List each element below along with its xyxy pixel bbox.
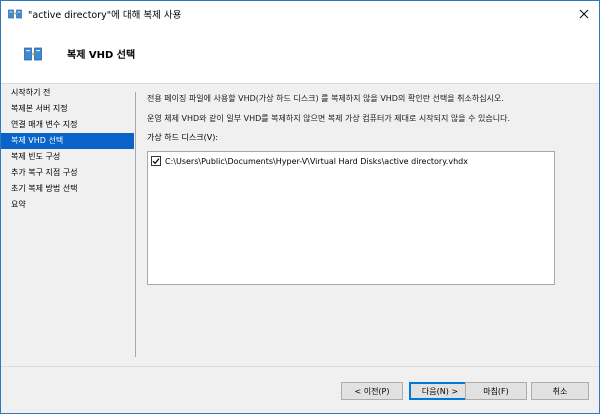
wizard-header: 복제 VHD 선택	[1, 27, 599, 84]
window-title: "active directory"에 대해 복제 사용	[28, 10, 182, 21]
footer-divider	[1, 366, 599, 367]
sidebar-item-summary[interactable]: 요약	[1, 197, 134, 213]
hyperv-replication-icon	[24, 47, 42, 61]
sidebar-item-connection-parameters[interactable]: 연결 매개 변수 지정	[1, 117, 134, 133]
close-icon	[579, 9, 589, 19]
replication-wizard-window: "active directory"에 대해 복제 사용 복제 VHD 선택 시…	[0, 0, 600, 414]
sidebar-item-replica-server[interactable]: 복제본 서버 지정	[1, 101, 134, 117]
page-title: 복제 VHD 선택	[67, 50, 136, 61]
cancel-button[interactable]: 취소	[531, 382, 589, 400]
hyperv-replication-icon	[8, 9, 22, 19]
previous-button[interactable]: < 이전(P)	[341, 382, 403, 400]
wizard-steps-sidebar: 시작하기 전 복제본 서버 지정 연결 매개 변수 지정 복제 VHD 선택 복…	[1, 85, 134, 365]
sidebar-item-before-you-begin[interactable]: 시작하기 전	[1, 85, 134, 101]
list-item[interactable]: C:\Users\Public\Documents\Hyper-V\Virtua…	[148, 154, 554, 168]
description-text: 전용 페이징 파일에 사용할 VHD(가상 하드 디스크) 를 복제하지 않을 …	[147, 94, 504, 103]
next-button[interactable]: 다음(N) >	[409, 382, 471, 400]
vhd-path: C:\Users\Public\Documents\Hyper-V\Virtua…	[165, 156, 468, 166]
sidebar-item-initial-replication[interactable]: 초기 복제 방법 선택	[1, 181, 134, 197]
main-content: 전용 페이징 파일에 사용할 VHD(가상 하드 디스크) 를 복제하지 않을 …	[147, 93, 587, 144]
sidebar-item-replication-frequency[interactable]: 복제 빈도 구성	[1, 149, 134, 165]
vhd-checkbox[interactable]	[151, 156, 161, 166]
sidebar-item-recovery-points[interactable]: 추가 복구 지점 구성	[1, 165, 134, 181]
sidebar-item-replication-vhds[interactable]: 복제 VHD 선택	[1, 133, 134, 149]
sidebar-divider	[135, 92, 136, 357]
checkmark-icon	[152, 158, 160, 165]
close-button[interactable]	[569, 1, 599, 27]
vhd-list[interactable]: C:\Users\Public\Documents\Hyper-V\Virtua…	[147, 151, 555, 285]
description-text-warning: 운영 체제 VHD와 같이 일부 VHD를 복제하지 않으면 복제 가상 컴퓨터…	[147, 114, 511, 123]
finish-button[interactable]: 마침(F)	[465, 382, 527, 400]
vhd-list-label: 가상 하드 디스크(V):	[147, 133, 219, 142]
title-bar[interactable]: "active directory"에 대해 복제 사용	[1, 1, 599, 27]
